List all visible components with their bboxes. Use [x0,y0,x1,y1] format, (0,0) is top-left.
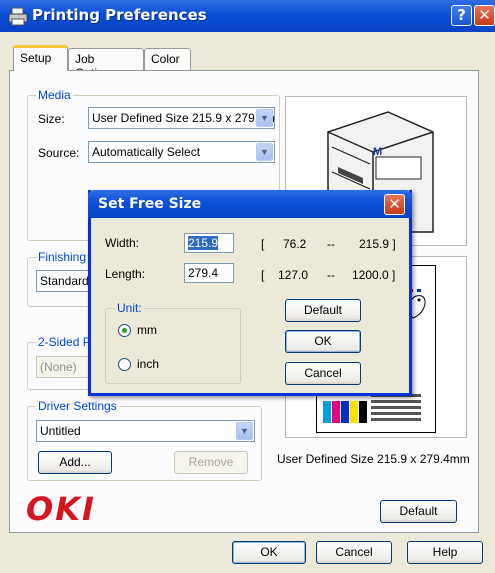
width-label: Width: [105,236,140,250]
ok-button[interactable]: OK [232,541,306,564]
dialog-ok-button[interactable]: OK [285,330,361,353]
length-range-min: 127.0 [278,268,309,282]
width-range-max: 215.9 ] [359,237,396,251]
printer-icon [8,7,28,26]
length-input[interactable]: 279.4 [184,263,234,283]
source-label: Source: [38,146,80,160]
oki-logo: OKI [26,490,96,528]
help-button[interactable]: Help [407,541,483,564]
length-range-sep: -- [327,268,335,282]
driver-settings-value: Untitled [40,424,81,438]
source-value: Automatically Select [92,145,201,159]
length-range-open: [ [261,268,265,282]
tab-color[interactable]: Color [144,48,191,70]
chevron-down-icon[interactable]: ▼ [236,422,253,440]
dialog-close-button[interactable]: ✕ [384,194,405,215]
chevron-down-icon[interactable]: ▼ [256,109,273,127]
size-label: Size: [38,112,65,126]
width-range-min: 76.2 [283,237,307,251]
driver-settings-group-label: Driver Settings [36,399,119,413]
unit-mm-label[interactable]: mm [137,323,157,337]
add-driver-setting-button[interactable]: Add... [38,451,112,474]
length-value: 279.4 [188,266,219,280]
close-window-button[interactable]: ✕ [474,5,495,26]
main-title-bar[interactable]: Printing Preferences ? ✕ [0,0,495,32]
set-free-size-dialog: Set Free Size ✕ Width: 215.9 [ 76.2 -- 2… [88,190,412,396]
dialog-cancel-button[interactable]: Cancel [285,362,361,385]
source-dropdown[interactable]: Automatically Select ▼ [88,141,275,163]
unit-inch-label[interactable]: inch [137,357,159,371]
cancel-button[interactable]: Cancel [316,541,392,564]
size-dropdown[interactable]: User Defined Size 215.9 x 279.4mm ▼ [88,107,275,129]
help-title-button[interactable]: ? [451,5,472,26]
media-group-label: Media [36,88,73,102]
unit-mm-radio[interactable] [118,324,131,337]
length-label: Length: [105,267,146,281]
tab-job-options[interactable]: Job Options [68,48,144,80]
unit-inch-radio[interactable] [118,358,131,371]
unit-group [105,308,241,384]
tab-setup[interactable]: Setup [13,45,68,71]
dialog-title: Set Free Size [98,196,202,212]
printer-model-badge: M [373,146,383,158]
dialog-default-button[interactable]: Default [285,299,361,322]
width-range-open: [ [261,237,265,251]
two-sided-value: (None) [40,360,77,374]
width-range-sep: -- [327,237,335,251]
driver-settings-dropdown[interactable]: Untitled ▼ [36,420,255,442]
window-title: Printing Preferences [32,6,207,24]
preview-caption: User Defined Size 215.9 x 279.4mm [277,452,470,466]
remove-driver-setting-button[interactable]: Remove [174,451,248,474]
width-input[interactable]: 215.9 [184,233,234,253]
unit-group-label: Unit: [115,301,144,315]
finishing-mode-value: Standard [40,274,89,288]
size-value: User Defined Size 215.9 x 279.4mm [92,111,275,125]
width-value: 215.9 [188,236,219,250]
default-button[interactable]: Default [380,500,457,523]
dialog-title-bar[interactable]: Set Free Size ✕ [88,190,412,218]
chevron-down-icon[interactable]: ▼ [256,143,273,161]
length-range-max: 1200.0 ] [352,268,396,282]
